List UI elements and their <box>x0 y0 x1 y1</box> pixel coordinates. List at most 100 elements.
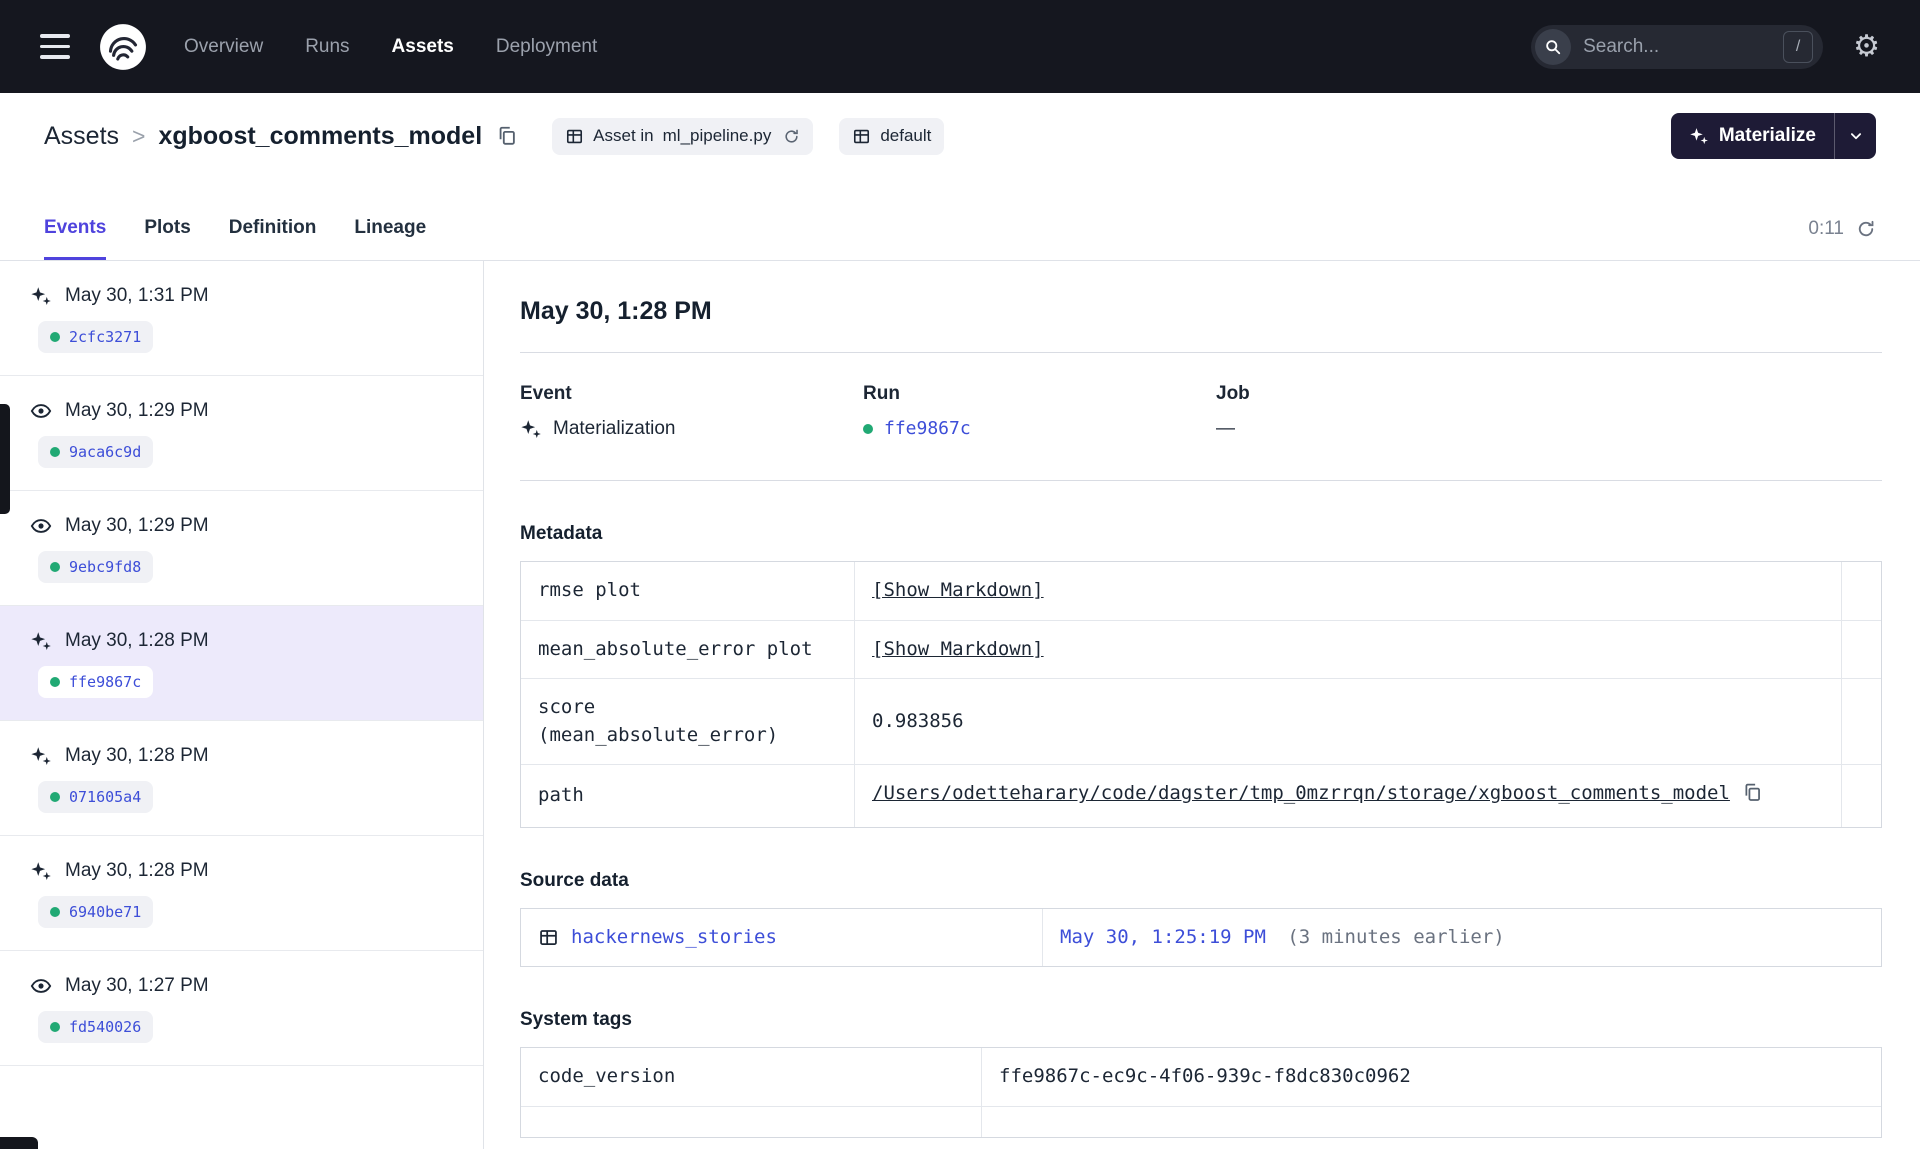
event-list-item-selected[interactable]: May 30, 1:28 PM ffe9867c <box>0 606 483 721</box>
source-data-heading: Source data <box>520 869 629 891</box>
materialization-sparkle-icon <box>521 420 541 438</box>
breadcrumb: Assets > xgboost_comments_model <box>44 122 482 151</box>
menu-icon[interactable] <box>40 34 70 59</box>
tab-definition[interactable]: Definition <box>229 217 317 260</box>
refresh-countdown: 0:11 <box>1808 218 1844 239</box>
table-row: score (mean_absolute_error) 0.983856 <box>521 678 1881 765</box>
settings-gear-icon[interactable]: ⚙ <box>1853 31 1880 62</box>
run-label: Run <box>863 383 900 404</box>
search-placeholder: Search... <box>1583 35 1660 57</box>
materialize-button[interactable]: Materialize <box>1671 113 1834 159</box>
job-value: — <box>1216 418 1235 439</box>
asset-in-file-tag[interactable]: Asset in ml_pipeline.py <box>552 117 814 155</box>
sparkle-icon <box>1690 128 1708 145</box>
observation-eye-icon <box>30 404 52 418</box>
run-id-pill[interactable]: 2cfc3271 <box>38 321 154 353</box>
nav-item-assets[interactable]: Assets <box>392 36 454 58</box>
path-link[interactable]: /Users/odetteharary/code/dagster/tmp_0mz… <box>872 782 1730 804</box>
scrollbar-corner[interactable] <box>0 1137 38 1149</box>
run-status-dot <box>50 562 60 572</box>
table-row: rmse plot [Show Markdown] <box>521 562 1881 620</box>
metadata-key: path <box>521 764 854 827</box>
observation-eye-icon <box>30 979 52 993</box>
materialize-label: Materialize <box>1718 125 1816 146</box>
metadata-table: rmse plot [Show Markdown] mean_absolute_… <box>520 561 1882 828</box>
row-action-cell <box>1841 562 1881 620</box>
reload-location-icon[interactable] <box>783 128 800 145</box>
group-grid-icon <box>854 129 870 143</box>
event-list-item[interactable]: May 30, 1:28 PM 6940be71 <box>0 836 483 951</box>
run-id-pill[interactable]: ffe9867c <box>38 666 154 698</box>
show-markdown-link[interactable]: [Show Markdown] <box>872 579 1044 601</box>
source-timestamp-link[interactable]: May 30, 1:25:19 PM <box>1060 926 1266 948</box>
event-time-label: May 30, 1:29 PM <box>65 400 209 421</box>
materialize-dropdown-button[interactable] <box>1834 113 1876 159</box>
refresh-icon[interactable] <box>1856 219 1876 239</box>
run-id-pill[interactable]: 6940be71 <box>38 896 154 928</box>
source-time-note: (3 minutes earlier) <box>1287 925 1505 948</box>
event-time-label: May 30, 1:28 PM <box>65 745 209 766</box>
event-summary: Event Materialization Run ffe9867c Job — <box>520 383 1882 440</box>
event-time-label: May 30, 1:28 PM <box>65 630 209 651</box>
event-list-item[interactable]: May 30, 1:27 PM fd540026 <box>0 951 483 1066</box>
run-id-pill[interactable]: 9ebc9fd8 <box>38 551 154 583</box>
copy-path-icon[interactable] <box>1742 783 1763 808</box>
event-list-item[interactable]: May 30, 1:31 PM 2cfc3271 <box>0 261 483 376</box>
run-id-pill[interactable]: fd540026 <box>38 1011 154 1043</box>
breadcrumb-assets-link[interactable]: Assets <box>44 122 119 151</box>
metadata-key: rmse plot <box>538 579 641 601</box>
nav-item-deployment[interactable]: Deployment <box>496 36 597 58</box>
materialization-sparkle-icon <box>31 862 51 880</box>
dagster-logo-icon[interactable] <box>98 22 148 72</box>
event-list-item[interactable]: May 30, 1:28 PM 071605a4 <box>0 721 483 836</box>
asset-tabs: Events Plots Definition Lineage <box>44 217 426 260</box>
nav-item-runs[interactable]: Runs <box>305 36 349 58</box>
nav-item-overview[interactable]: Overview <box>184 36 263 58</box>
observation-eye-icon <box>30 519 52 533</box>
tab-lineage[interactable]: Lineage <box>354 217 426 260</box>
tab-plots[interactable]: Plots <box>144 217 190 260</box>
run-id-pill[interactable]: 071605a4 <box>38 781 154 813</box>
job-label: Job <box>1216 383 1250 404</box>
materialize-split-button: Materialize <box>1670 113 1876 159</box>
content-area: May 30, 1:31 PM 2cfc3271 May 30, 1:29 PM… <box>0 261 1920 1149</box>
asset-header: Assets > xgboost_comments_model Asset in… <box>0 93 1920 179</box>
source-data-table: hackernews_stories May 30, 1:25:19 PM (3… <box>520 907 1882 968</box>
page-title: xgboost_comments_model <box>158 121 483 150</box>
source-asset-link[interactable]: hackernews_stories <box>571 924 777 952</box>
event-type-value: Materialization <box>553 418 676 439</box>
event-list-item[interactable]: May 30, 1:29 PM 9ebc9fd8 <box>0 491 483 606</box>
show-markdown-link[interactable]: [Show Markdown] <box>872 638 1044 660</box>
copy-asset-name-icon[interactable] <box>496 125 518 147</box>
run-status-dot <box>50 332 60 342</box>
event-time-label: May 30, 1:28 PM <box>65 860 209 881</box>
pipeline-file-link[interactable]: ml_pipeline.py <box>663 126 772 146</box>
table-row: path /Users/odetteharary/code/dagster/tm… <box>521 764 1881 827</box>
table-row: code_version ffe9867c-ec9c-4f06-939c-f8d… <box>521 1048 1881 1106</box>
run-id-pill[interactable]: 9aca6c9d <box>38 436 154 468</box>
primary-nav: Overview Runs Assets Deployment <box>184 36 597 58</box>
row-action-cell <box>1841 619 1881 679</box>
materialization-sparkle-icon <box>31 747 51 765</box>
run-status-dot <box>50 447 60 457</box>
table-row-partial <box>521 1105 1881 1137</box>
asset-group-tag[interactable]: default <box>839 117 945 155</box>
asset-grid-icon <box>540 930 557 945</box>
event-time-label: May 30, 1:29 PM <box>65 515 209 536</box>
search-input[interactable]: Search... / <box>1531 24 1824 69</box>
divider <box>520 352 1882 353</box>
run-status-dot <box>50 677 60 687</box>
system-tags-table: code_version ffe9867c-ec9c-4f06-939c-f8d… <box>520 1047 1882 1138</box>
run-id-link[interactable]: ffe9867c <box>884 418 971 439</box>
asset-in-label: Asset in <box>593 126 654 145</box>
event-list-item[interactable]: May 30, 1:29 PM 9aca6c9d <box>0 376 483 491</box>
run-status-dot <box>863 423 873 434</box>
breadcrumb-separator: > <box>132 122 146 149</box>
row-action-cell <box>1841 764 1881 827</box>
topbar-right: Search... / ⚙ <box>1531 24 1880 69</box>
group-tag-label: default <box>880 126 932 145</box>
event-label: Event <box>520 383 572 404</box>
event-detail-title: May 30, 1:28 PM <box>520 297 712 325</box>
tab-events[interactable]: Events <box>44 217 107 260</box>
sidebar-scrollbar-thumb[interactable] <box>0 404 10 514</box>
